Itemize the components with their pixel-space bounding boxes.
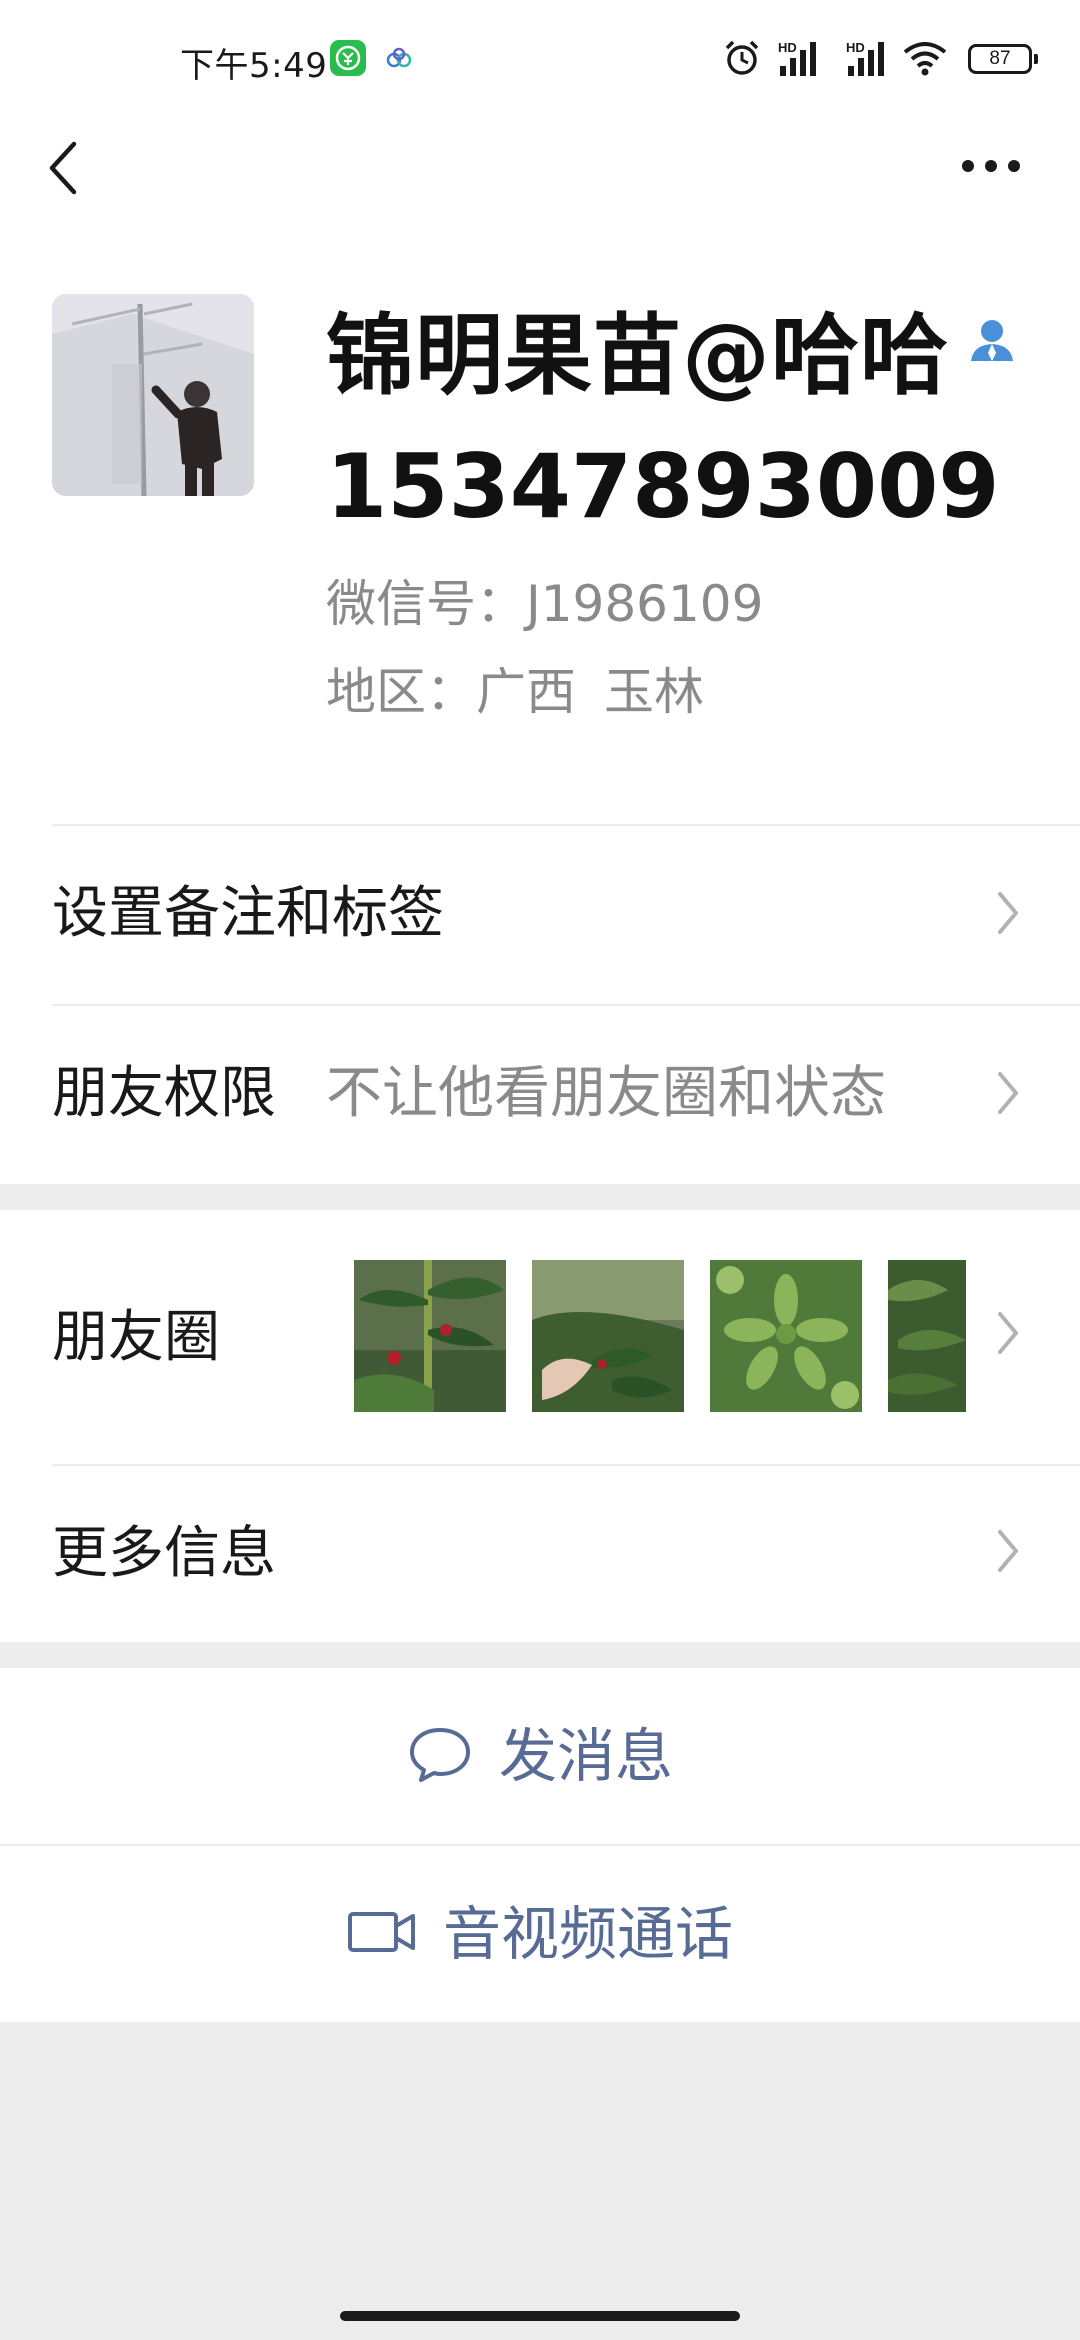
permission-value: 不让他看朋友圈和状态 — [326, 1061, 886, 1126]
region-label: 地区： — [326, 663, 476, 721]
contact-phone: 15347893009 — [326, 435, 1000, 538]
cloud-sync-icon — [384, 46, 414, 74]
divider — [52, 824, 1080, 826]
region-city: 玉林 — [604, 663, 704, 721]
permission-label: 朋友权限 — [52, 1061, 276, 1126]
divider — [52, 1464, 1080, 1466]
video-camera-icon — [347, 1910, 417, 1958]
moments-thumbnails — [354, 1260, 966, 1412]
signal-icon-1 — [770, 38, 822, 82]
remark-label: 设置备注和标签 — [52, 881, 444, 946]
chevron-right-icon — [996, 890, 1020, 940]
chat-bubble-icon — [407, 1724, 473, 1788]
back-arrow-icon[interactable] — [44, 138, 84, 202]
divider — [52, 1004, 1080, 1006]
send-message-button[interactable]: 发消息 — [0, 1668, 1080, 1844]
home-indicator[interactable] — [340, 2311, 740, 2321]
moments-row[interactable]: 朋友圈 — [0, 1210, 1080, 1464]
friend-permission-row[interactable]: 朋友权限 不让他看朋友圈和状态 — [0, 1004, 1080, 1184]
contact-name: 锦明果苗@哈哈 — [326, 304, 950, 407]
chevron-right-icon — [996, 1310, 1020, 1360]
moments-section: 朋友圈 更多信息 — [0, 1210, 1080, 1642]
video-call-label: 音视频通话 — [442, 1900, 733, 1968]
avatar[interactable] — [52, 294, 254, 496]
more-info-row[interactable]: 更多信息 — [0, 1464, 1080, 1642]
moment-thumbnail[interactable] — [710, 1260, 862, 1412]
moment-thumbnail[interactable] — [354, 1260, 506, 1412]
moment-thumbnail[interactable] — [888, 1260, 966, 1412]
chevron-right-icon — [996, 1070, 1020, 1120]
app-notification-icon — [330, 40, 366, 76]
region: 地区：广西 玉林 — [326, 662, 704, 722]
moments-label: 朋友圈 — [52, 1305, 220, 1370]
remark-and-tags-row[interactable]: 设置备注和标签 — [0, 824, 1080, 1004]
wifi-icon — [902, 40, 948, 80]
signal-icon-2 — [838, 38, 890, 82]
battery-indicator: 87 — [968, 44, 1038, 74]
more-info-label: 更多信息 — [52, 1521, 276, 1586]
status-time: 下午5:49 — [180, 46, 328, 86]
wechat-id: 微信号：J1986109 — [326, 575, 764, 633]
alarm-icon — [722, 38, 762, 82]
person-badge-icon — [967, 315, 1017, 369]
status-bar: 下午5:49 HD HD 87 — [0, 0, 1080, 118]
actions-section: 发消息 音视频通话 — [0, 1668, 1080, 2022]
send-message-label: 发消息 — [498, 1722, 673, 1790]
chevron-right-icon — [996, 1528, 1020, 1578]
video-call-button[interactable]: 音视频通话 — [0, 1846, 1080, 2022]
contact-profile-page: 下午5:49 HD HD 87 锦明果苗@哈哈 15347893009 微信号：… — [0, 0, 1080, 2340]
status-right-group: HD HD 87 — [660, 0, 1080, 118]
name-line: 锦明果苗@哈哈 — [326, 306, 1017, 406]
moment-thumbnail[interactable] — [532, 1260, 684, 1412]
region-province: 广西 — [476, 663, 576, 721]
more-options-icon[interactable] — [960, 158, 1022, 178]
